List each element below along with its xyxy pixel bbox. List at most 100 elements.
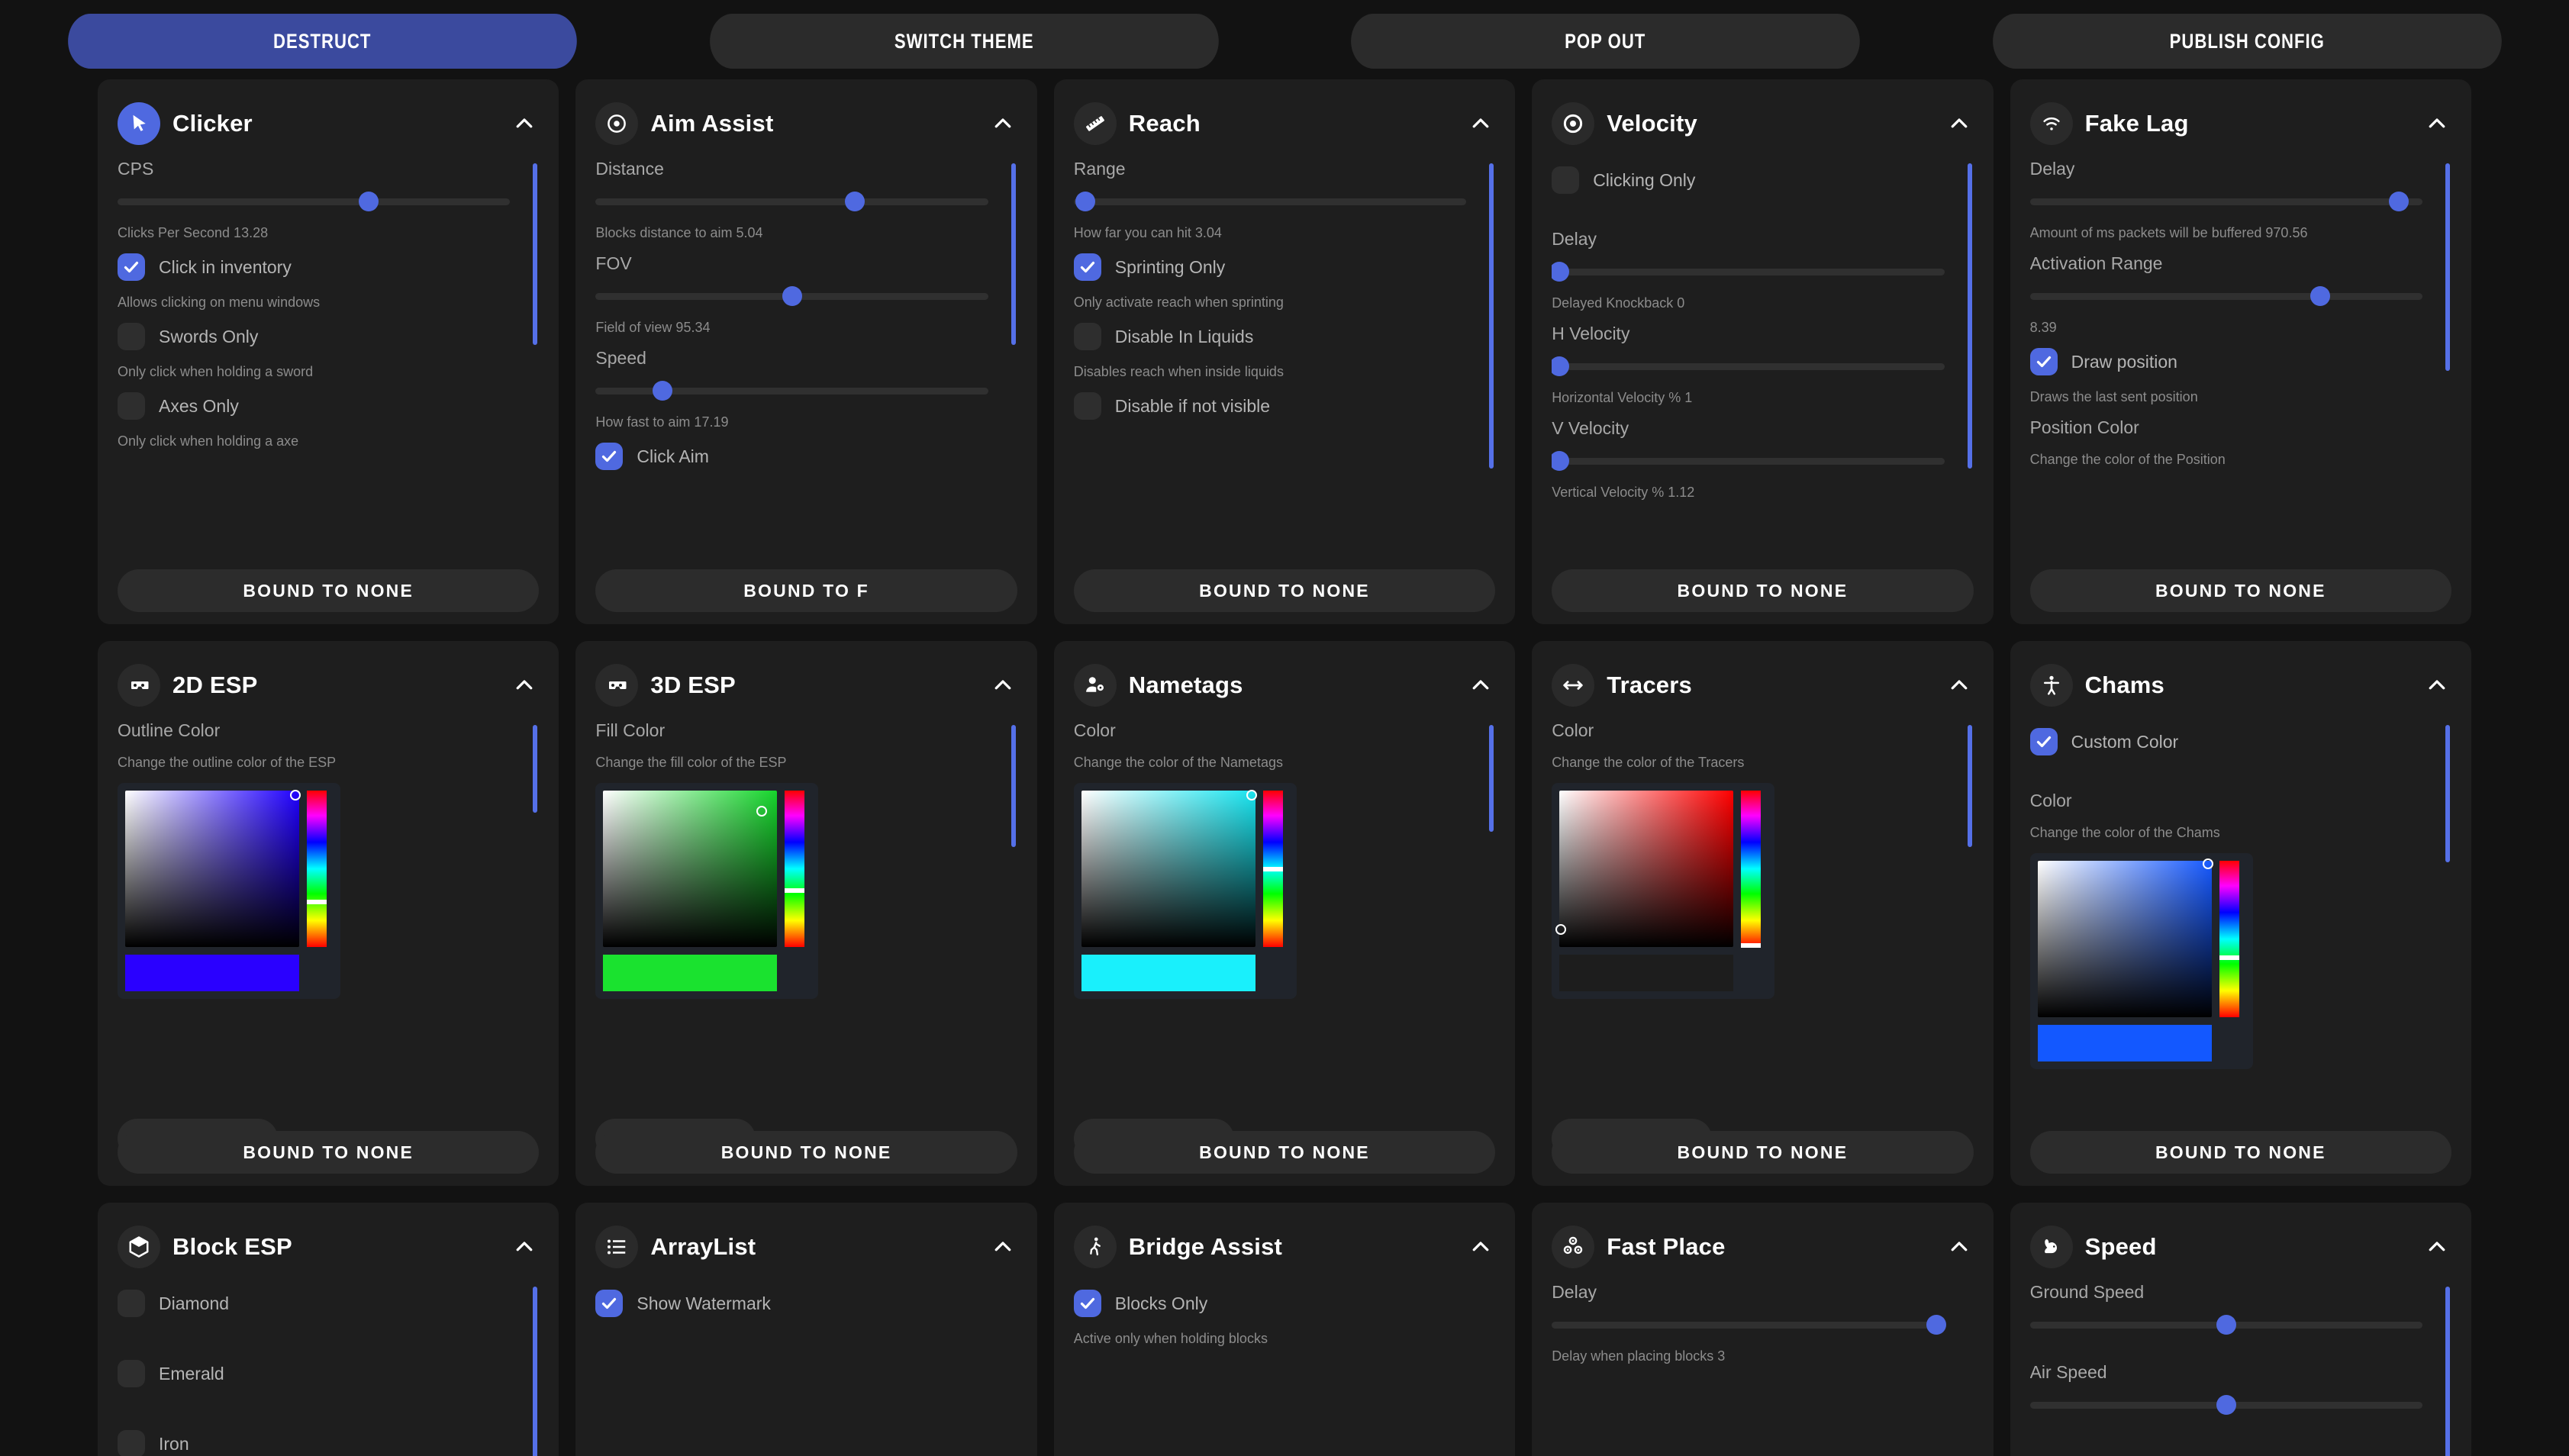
hue-slider[interactable] [785,791,805,947]
color-picker[interactable] [1073,783,1297,999]
keybind-button[interactable]: BOUND TO NONE [118,1131,540,1174]
hue-slider-handle[interactable] [1262,866,1283,871]
keybind-button[interactable]: BOUND TO NONE [1073,1131,1496,1174]
slider-thumb[interactable] [1926,1315,1947,1335]
keybind-button[interactable]: BOUND TO NONE [118,569,540,612]
card-scrollbar[interactable] [533,163,538,345]
keybind-button[interactable]: BOUND TO NONE [1552,569,1974,612]
hue-slider[interactable] [307,791,327,947]
color-picker-handle[interactable] [1555,924,1567,936]
chevron-up-icon[interactable] [510,671,539,700]
keybind-button[interactable]: BOUND TO NONE [1073,569,1496,612]
chevron-up-icon[interactable] [510,1232,539,1261]
color-picker[interactable] [118,783,340,999]
slider-thumb[interactable] [652,381,672,401]
card-scrollbar[interactable] [1489,163,1494,469]
slider[interactable] [1073,192,1467,211]
card-scrollbar[interactable] [1967,163,1972,469]
checkbox-axes-only[interactable] [118,392,145,420]
slider[interactable] [2029,192,2422,211]
color-picker-handle[interactable] [290,790,301,801]
slider-thumb[interactable] [1552,262,1570,282]
checkbox-row[interactable]: Custom Color [2029,728,2451,755]
keybind-button[interactable]: BOUND TO NONE [1552,1131,1974,1174]
checkbox-iron[interactable] [118,1430,145,1456]
checkbox-row[interactable]: Swords Only [118,323,539,350]
chevron-up-icon[interactable] [1945,1232,1974,1261]
card-scrollbar[interactable] [1011,163,1016,345]
checkbox-click-in-inventory[interactable] [118,253,145,281]
card-scrollbar[interactable] [2445,725,2450,862]
color-picker[interactable] [2029,853,2253,1069]
checkbox-custom-color[interactable] [2029,728,2058,755]
chevron-up-icon[interactable] [988,1232,1017,1261]
topbar-button-publish-config[interactable]: PUBLISH CONFIG [1992,14,2501,69]
saturation-value-field[interactable] [1555,791,1734,947]
checkbox-row[interactable]: Blocks Only [1073,1290,1495,1317]
chevron-up-icon[interactable] [1466,109,1495,138]
keybind-button[interactable]: BOUND TO NONE [2029,569,2451,612]
slider[interactable] [1552,451,1945,471]
checkbox-clicking-only[interactable] [1552,166,1580,194]
hue-slider[interactable] [1262,791,1283,947]
saturation-value-field[interactable] [1081,790,1258,947]
card-scrollbar[interactable] [1011,725,1016,847]
chevron-up-icon[interactable] [988,671,1017,700]
chevron-up-icon[interactable] [1466,1232,1495,1261]
slider[interactable] [1552,356,1945,376]
card-scrollbar[interactable] [533,1287,538,1456]
slider-thumb[interactable] [2310,286,2331,306]
slider[interactable] [2029,1315,2422,1335]
card-scrollbar[interactable] [1967,725,1972,847]
chevron-up-icon[interactable] [2422,1232,2451,1261]
checkbox-disable-if-not-visible[interactable] [1073,392,1101,420]
checkbox-sprinting-only[interactable] [1073,253,1101,281]
checkbox-row[interactable]: Click Aim [595,443,1017,470]
checkbox-row[interactable]: Click in inventory [118,253,539,281]
slider[interactable] [595,286,988,306]
chevron-up-icon[interactable] [1945,109,1974,138]
slider[interactable] [2029,286,2422,306]
card-scrollbar[interactable] [2445,163,2450,371]
hue-slider-handle[interactable] [1741,942,1762,948]
checkbox-draw-position[interactable] [2029,348,2058,375]
checkbox-disable-in-liquids[interactable] [1073,323,1101,350]
color-picker-handle[interactable] [756,805,767,817]
slider-thumb[interactable] [2216,1395,2236,1415]
checkbox-emerald[interactable] [118,1360,145,1387]
checkbox-click-aim[interactable] [595,443,624,470]
checkbox-row[interactable]: Sprinting Only [1073,253,1495,281]
hue-slider-handle[interactable] [307,899,327,904]
checkbox-row[interactable]: Disable if not visible [1073,392,1495,420]
slider[interactable] [595,381,988,401]
slider[interactable] [118,192,511,211]
checkbox-row[interactable]: Emerald [118,1360,539,1387]
checkbox-row[interactable]: Iron [118,1430,539,1456]
checkbox-show-watermark[interactable] [595,1290,624,1317]
slider[interactable] [595,192,988,211]
chevron-up-icon[interactable] [1466,671,1495,700]
checkbox-row[interactable]: Diamond [118,1290,539,1317]
chevron-up-icon[interactable] [1945,671,1974,700]
topbar-button-pop-out[interactable]: POP OUT [1351,14,1860,69]
slider-thumb[interactable] [2216,1315,2236,1335]
slider-thumb[interactable] [782,286,802,306]
saturation-value-field[interactable] [603,791,778,947]
keybind-button[interactable]: BOUND TO F [595,569,1017,612]
color-picker-handle[interactable] [1246,790,1258,801]
checkbox-row[interactable]: Disable In Liquids [1073,323,1495,350]
hue-slider[interactable] [2219,861,2239,1017]
keybind-button[interactable]: BOUND TO NONE [2029,1131,2451,1174]
slider-thumb[interactable] [2389,192,2409,211]
slider-thumb[interactable] [1075,192,1096,211]
hue-slider-handle[interactable] [785,888,805,894]
saturation-value-field[interactable] [2037,858,2214,1017]
checkbox-diamond[interactable] [118,1290,145,1317]
hue-slider-handle[interactable] [2219,955,2239,961]
checkbox-row[interactable]: Show Watermark [595,1290,1017,1317]
chevron-up-icon[interactable] [988,109,1017,138]
slider-thumb[interactable] [1552,451,1570,471]
keybind-button[interactable]: BOUND TO NONE [595,1131,1017,1174]
color-picker[interactable] [1552,783,1775,999]
color-picker[interactable] [595,783,819,999]
